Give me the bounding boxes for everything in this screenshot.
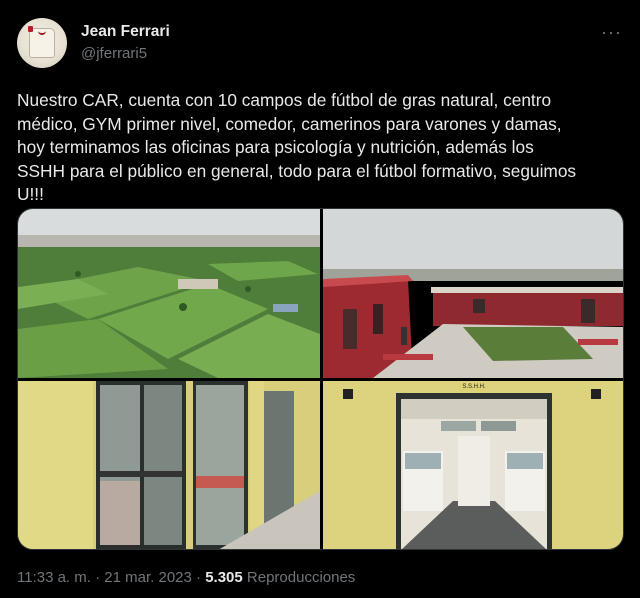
photo-aerial-fields[interactable] [18, 209, 320, 378]
author-name[interactable]: Jean Ferrari [81, 23, 170, 41]
views-count: 5.305 [205, 569, 243, 586]
media-grid: S.S.H.H. [17, 208, 624, 550]
photo-corridor-windows[interactable] [18, 381, 320, 549]
more-options-icon[interactable]: ··· [601, 22, 622, 43]
crest-icon [28, 26, 33, 32]
jersey-icon [29, 28, 55, 58]
views-label: Reproducciones [246, 569, 356, 586]
separator: · [196, 569, 202, 586]
tweet-time[interactable]: 11:33 a. m. [17, 569, 91, 586]
separator: · [95, 569, 101, 586]
tweet-meta: 11:33 a. m. · 21 mar. 2023 · 5.305 Repro… [17, 569, 355, 586]
bathroom-sign: S.S.H.H. [459, 383, 489, 392]
photo-red-buildings[interactable] [323, 209, 623, 378]
tweet-date[interactable]: 21 mar. 2023 [104, 569, 192, 586]
tweet-text: Nuestro CAR, cuenta con 10 campos de fút… [17, 90, 577, 205]
avatar[interactable] [17, 18, 67, 68]
author-handle[interactable]: @jferrari5 [81, 45, 147, 62]
photo-restroom[interactable]: S.S.H.H. [323, 381, 623, 549]
